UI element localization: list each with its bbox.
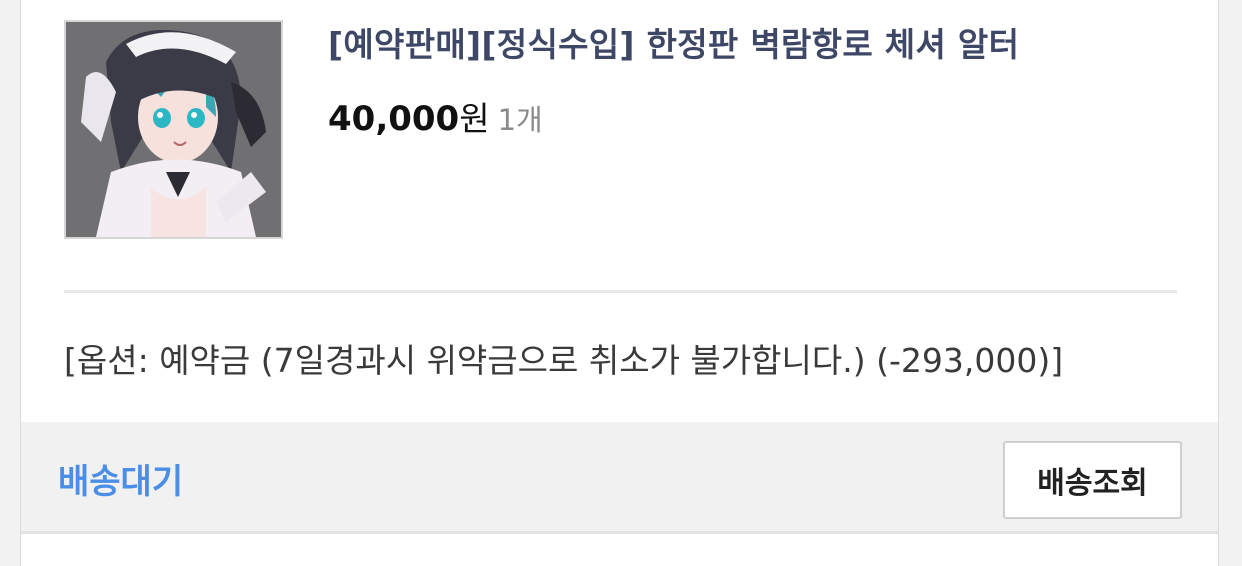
order-status-bar: 배송대기 배송조회 bbox=[21, 422, 1218, 534]
delivery-status: 배송대기 bbox=[58, 462, 184, 502]
divider bbox=[64, 290, 1177, 293]
currency-label: 원 bbox=[459, 99, 490, 138]
product-price: 40,000 bbox=[328, 99, 460, 139]
track-delivery-button[interactable]: 배송조회 bbox=[1003, 441, 1182, 519]
product-option: [옵션: 예약금 (7일경과시 위약금으로 취소가 불가합니다.) (-293,… bbox=[64, 341, 1064, 380]
product-thumbnail[interactable] bbox=[64, 20, 283, 239]
order-item-card: [예약판매][정식수입] 한정판 벽람항로 체셔 알터 40,000원 1개 [옵… bbox=[20, 0, 1219, 566]
price-row: 40,000원 1개 bbox=[328, 92, 543, 140]
product-quantity: 1개 bbox=[497, 103, 543, 137]
figure-image-icon bbox=[66, 22, 281, 237]
product-title[interactable]: [예약판매][정식수입] 한정판 벽람항로 체셔 알터 bbox=[328, 18, 1019, 66]
